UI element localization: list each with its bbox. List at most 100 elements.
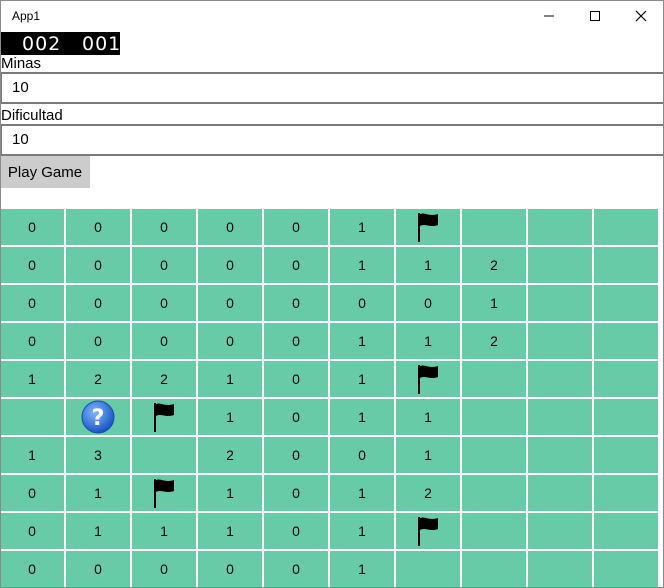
board-cell[interactable] [594,209,658,245]
board-cell[interactable]: 0 [330,437,394,473]
board-cell[interactable]: 0 [132,209,196,245]
board-cell[interactable]: 1 [0,361,64,397]
board-cell[interactable]: 0 [198,209,262,245]
board-cell[interactable]: 1 [330,399,394,435]
board-cell[interactable]: 0 [0,285,64,321]
board-cell[interactable]: 0 [264,209,328,245]
board-cell[interactable]: 0 [66,551,130,587]
board-cell[interactable]: 1 [330,361,394,397]
board-cell[interactable] [528,475,592,511]
board-cell[interactable]: 0 [66,247,130,283]
board-cell[interactable] [528,247,592,283]
board-cell[interactable]: 0 [0,551,64,587]
board-cell[interactable] [462,475,526,511]
board-cell[interactable]: 1 [330,551,394,587]
board-cell[interactable] [594,361,658,397]
board-cell[interactable]: 2 [66,361,130,397]
board-cell[interactable] [528,285,592,321]
board-cell[interactable]: 0 [264,399,328,435]
board-cell[interactable]: 0 [330,285,394,321]
board-cell[interactable]: 1 [66,475,130,511]
board-cell[interactable] [594,513,658,549]
board-cell[interactable] [132,475,196,511]
board-cell[interactable] [462,513,526,549]
board-cell[interactable]: 0 [264,285,328,321]
board-cell[interactable]: 1 [330,247,394,283]
board-cell[interactable] [132,437,196,473]
board-cell[interactable]: 1 [132,513,196,549]
board-cell[interactable] [462,361,526,397]
board-cell[interactable]: 1 [396,323,460,359]
board-cell[interactable]: 0 [0,475,64,511]
maximize-button[interactable] [572,0,618,32]
board-cell[interactable]: 0 [264,361,328,397]
board-cell[interactable]: 0 [66,323,130,359]
board-cell[interactable]: 0 [0,209,64,245]
board-cell[interactable]: 2 [462,247,526,283]
board-cell[interactable]: 0 [0,323,64,359]
board-cell[interactable]: 0 [132,323,196,359]
board-cell[interactable]: 1 [462,285,526,321]
board-cell[interactable] [528,209,592,245]
board-cell[interactable] [0,399,64,435]
board-cell[interactable]: 0 [132,285,196,321]
board-cell[interactable]: 0 [264,513,328,549]
board-cell[interactable] [528,361,592,397]
board-cell[interactable]: 0 [264,475,328,511]
board-cell[interactable]: 0 [0,513,64,549]
board-cell[interactable] [594,551,658,587]
board-cell[interactable] [528,437,592,473]
board-cell[interactable]: 2 [198,437,262,473]
board-cell[interactable]: 1 [396,437,460,473]
board-cell[interactable] [396,551,460,587]
board-cell[interactable]: 1 [198,475,262,511]
board-cell[interactable]: 1 [198,513,262,549]
board-cell[interactable] [462,209,526,245]
close-button[interactable] [618,0,664,32]
board-cell[interactable]: 2 [132,361,196,397]
board-cell[interactable]: 0 [264,323,328,359]
board-cell[interactable] [594,285,658,321]
mines-input[interactable] [0,72,664,104]
board-cell[interactable] [396,209,460,245]
board-cell[interactable]: 1 [330,209,394,245]
minimize-button[interactable] [526,0,572,32]
board-cell[interactable]: 0 [396,285,460,321]
board-cell[interactable]: 2 [462,323,526,359]
board-cell[interactable]: 0 [0,247,64,283]
board-cell[interactable] [396,361,460,397]
board-cell[interactable] [594,247,658,283]
play-game-button[interactable]: Play Game [0,156,90,188]
board-cell[interactable] [462,437,526,473]
board-cell[interactable] [528,323,592,359]
board-cell[interactable]: 1 [0,437,64,473]
board-cell[interactable]: 0 [198,285,262,321]
board-cell[interactable]: 1 [396,399,460,435]
board-cell[interactable] [594,399,658,435]
board-cell[interactable]: 1 [198,361,262,397]
board-cell[interactable]: 1 [66,513,130,549]
board-cell[interactable]: 1 [330,323,394,359]
board-cell[interactable]: 1 [396,247,460,283]
board-cell[interactable] [396,513,460,549]
board-cell[interactable] [594,437,658,473]
board-cell[interactable]: 0 [264,247,328,283]
board-cell[interactable] [132,399,196,435]
board-cell[interactable] [594,323,658,359]
board-cell[interactable]: 0 [264,551,328,587]
board-cell[interactable]: 0 [66,285,130,321]
board-cell[interactable]: 1 [198,399,262,435]
board-cell[interactable] [528,399,592,435]
board-cell[interactable] [462,399,526,435]
board-cell[interactable]: 1 [330,475,394,511]
board-cell[interactable]: 0 [132,247,196,283]
board-cell[interactable]: 0 [198,323,262,359]
board-cell[interactable]: 0 [132,551,196,587]
difficulty-input[interactable] [0,124,664,156]
board-cell[interactable]: 0 [66,209,130,245]
board-cell[interactable]: 0 [198,551,262,587]
board-cell[interactable] [462,551,526,587]
board-cell[interactable]: 0 [198,247,262,283]
board-cell[interactable] [528,513,592,549]
board-cell[interactable]: 0 [264,437,328,473]
